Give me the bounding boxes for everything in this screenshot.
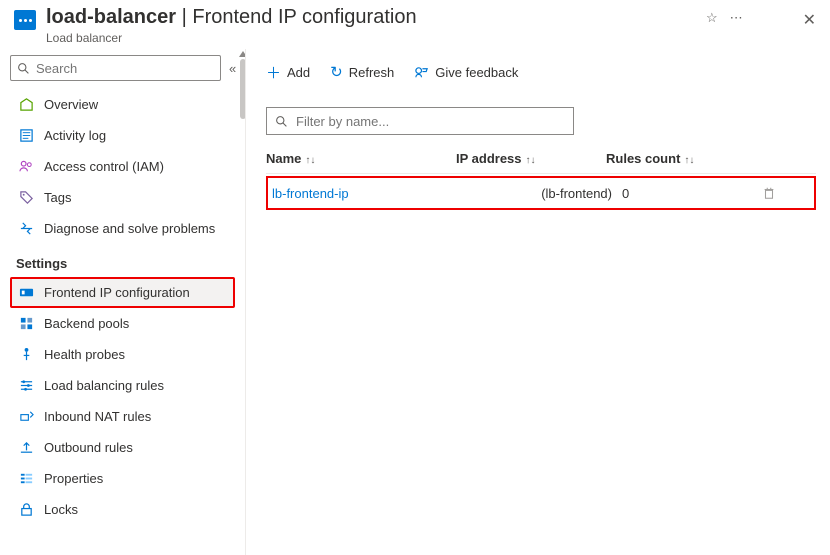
load-balancer-icon: [14, 10, 36, 30]
row-name-link[interactable]: lb-frontend-ip: [268, 186, 462, 201]
frontendip-icon: [18, 285, 34, 301]
sidebar-item-properties[interactable]: Properties: [10, 463, 235, 494]
overview-icon: [18, 97, 34, 113]
sidebar-item-label: Overview: [44, 97, 98, 112]
locks-icon: [18, 502, 34, 518]
col-header-rules[interactable]: Rules count↑↓: [606, 151, 746, 166]
sidebar-item-label: Access control (IAM): [44, 159, 164, 174]
main-content: ＋ Add ↻ Refresh Give feedback: [246, 49, 830, 555]
tags-icon: [18, 190, 34, 206]
sidebar-item-label: Health probes: [44, 347, 125, 362]
col-header-ip[interactable]: IP address↑↓: [456, 151, 606, 166]
search-icon: [17, 62, 30, 75]
search-icon: [275, 115, 288, 128]
resource-name: load-balancer: [46, 6, 176, 28]
sidebar-item-frontendip[interactable]: Frontend IP configuration: [10, 277, 235, 308]
outbound-icon: [18, 440, 34, 456]
add-button[interactable]: ＋ Add: [266, 62, 310, 83]
diagnose-icon: [18, 221, 34, 237]
sidebar-item-overview[interactable]: Overview: [10, 89, 235, 120]
feedback-icon: [414, 65, 429, 80]
more-icon[interactable]: ⋯: [730, 10, 743, 26]
sidebar-item-label: Frontend IP configuration: [44, 285, 190, 300]
sidebar-item-label: Diagnose and solve problems: [44, 221, 215, 236]
sidebar-item-label: Load balancing rules: [44, 378, 164, 393]
delete-icon[interactable]: [762, 186, 808, 200]
refresh-label: Refresh: [349, 65, 395, 80]
activity-icon: [18, 128, 34, 144]
add-label: Add: [287, 65, 310, 80]
sidebar-item-backend[interactable]: Backend pools: [10, 308, 235, 339]
sidebar-item-outbound[interactable]: Outbound rules: [10, 432, 235, 463]
inbound-icon: [18, 409, 34, 425]
plus-icon: ＋: [266, 62, 281, 83]
favorite-star-icon[interactable]: ☆: [706, 10, 718, 26]
sort-icon: ↑↓: [526, 155, 536, 166]
refresh-button[interactable]: ↻ Refresh: [330, 63, 394, 81]
sidebar-item-label: Activity log: [44, 128, 106, 143]
col-header-name[interactable]: Name↑↓: [266, 151, 456, 166]
properties-icon: [18, 471, 34, 487]
sidebar-item-label: Tags: [44, 190, 71, 205]
sidebar-item-activity[interactable]: Activity log: [10, 120, 235, 151]
sidebar: « Overview Activity log Access control (IA…: [0, 49, 246, 555]
scroll-up-icon[interactable]: [239, 51, 246, 57]
sidebar-item-label: Outbound rules: [44, 440, 133, 455]
sidebar-search[interactable]: [10, 55, 221, 81]
filter-box[interactable]: [266, 107, 574, 135]
sidebar-item-diagnose[interactable]: Diagnose and solve problems: [10, 213, 235, 244]
sidebar-item-tags[interactable]: Tags: [10, 182, 235, 213]
iam-icon: [18, 159, 34, 175]
sidebar-item-label: Backend pools: [44, 316, 129, 331]
feedback-button[interactable]: Give feedback: [414, 65, 518, 80]
sidebar-scrollbar[interactable]: [239, 49, 246, 555]
sidebar-item-lbrules[interactable]: Load balancing rules: [10, 370, 235, 401]
frontend-ip-table: Name↑↓ IP address↑↓ Rules count↑↓ lb-fro…: [266, 143, 816, 210]
toolbar: ＋ Add ↻ Refresh Give feedback: [266, 55, 816, 89]
page-title: load-balancer | Frontend IP configuratio…: [46, 6, 706, 29]
refresh-icon: ↻: [330, 63, 343, 81]
lbrules-icon: [18, 378, 34, 394]
collapse-sidebar-icon[interactable]: «: [229, 61, 236, 76]
health-icon: [18, 347, 34, 363]
sidebar-item-iam[interactable]: Access control (IAM): [10, 151, 235, 182]
resource-type: Load balancer: [46, 31, 706, 45]
feedback-label: Give feedback: [435, 65, 518, 80]
page-name: Frontend IP configuration: [192, 6, 416, 28]
sidebar-item-label: Properties: [44, 471, 103, 486]
sidebar-section-settings: Settings: [16, 256, 235, 271]
sidebar-item-locks[interactable]: Locks: [10, 494, 235, 525]
sidebar-item-inbound[interactable]: Inbound NAT rules: [10, 401, 235, 432]
table-row: lb-frontend-ip(lb-frontend)0: [266, 176, 816, 210]
table-header: Name↑↓ IP address↑↓ Rules count↑↓: [266, 143, 816, 174]
filter-input[interactable]: [294, 113, 565, 130]
page-header: load-balancer | Frontend IP configuratio…: [0, 0, 830, 49]
sidebar-item-label: Locks: [44, 502, 78, 517]
sort-icon: ↑↓: [305, 155, 315, 166]
sidebar-item-label: Inbound NAT rules: [44, 409, 151, 424]
row-rules-count: 0: [622, 186, 762, 201]
sidebar-search-input[interactable]: [34, 60, 214, 77]
sort-icon: ↑↓: [684, 155, 694, 166]
row-ip: (lb-frontend): [462, 186, 622, 201]
backend-icon: [18, 316, 34, 332]
close-icon[interactable]: ✕: [803, 10, 816, 30]
sidebar-item-health[interactable]: Health probes: [10, 339, 235, 370]
